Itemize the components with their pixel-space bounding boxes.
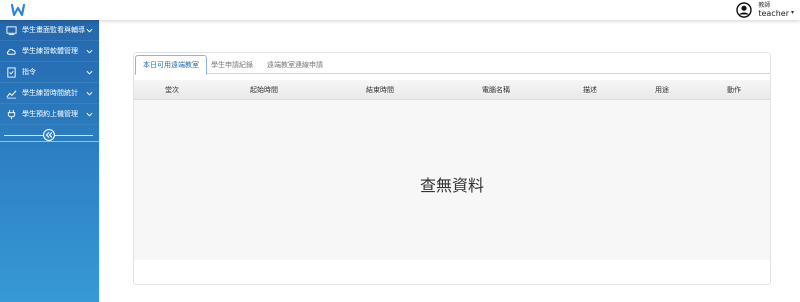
sidebar-collapse-row <box>0 128 99 142</box>
plug-icon <box>7 109 16 119</box>
chevron-down-icon <box>86 112 93 117</box>
classroom-panel: 本日可用遠端教室 學生申請紀錄 遠端教室連線申請 堂次 起始時間 結束時間 電腦… <box>133 52 771 285</box>
app-logo[interactable] <box>10 2 26 18</box>
sidebar-item-command[interactable]: 指令 <box>0 62 99 83</box>
chevron-down-icon <box>86 28 93 33</box>
sidebar-item-booking[interactable]: 學生預約上機管理 <box>0 104 99 125</box>
column-header: 結束時間 <box>366 86 394 94</box>
tab-application-records[interactable]: 學生申請紀錄 <box>204 55 260 74</box>
sidebar-item-label: 學生預約上機管理 <box>22 110 78 118</box>
chevron-down-icon <box>86 70 93 75</box>
user-avatar-icon <box>736 2 753 18</box>
divider <box>0 141 99 142</box>
sidebar-item-label: 指令 <box>22 68 36 76</box>
column-header: 電腦名稱 <box>482 86 510 94</box>
sidebar-item-monitor[interactable]: 學生畫面監看與輔導 <box>0 20 99 41</box>
column-header: 堂次 <box>165 86 179 94</box>
tab-connection-request[interactable]: 遠端教室連線申請 <box>260 55 330 74</box>
column-header: 動作 <box>727 86 741 94</box>
monitor-icon <box>6 25 17 35</box>
sidebar-item-label: 學生練習時間統計 <box>22 89 78 97</box>
sidebar-item-label: 學生練習軟體管理 <box>22 47 78 55</box>
chevron-down-icon: ▾ <box>790 8 794 16</box>
table-body: 查無資料 <box>134 100 770 260</box>
command-icon <box>7 66 16 78</box>
user-menu[interactable]: 教師 teacher ▾ <box>736 0 794 20</box>
sidebar-collapse-button[interactable] <box>43 129 55 141</box>
cloud-icon <box>6 48 16 55</box>
sidebar: 學生畫面監看與輔導 學生練習軟體管理 指令 學生練習時間統計 學生預約上機管理 <box>0 20 99 302</box>
column-header: 用途 <box>655 86 669 94</box>
chevron-down-icon <box>86 91 93 96</box>
column-header: 描述 <box>583 86 597 94</box>
double-chevron-left-icon <box>45 132 53 138</box>
chevron-down-icon <box>86 49 93 54</box>
top-bar: 教師 teacher ▾ <box>0 0 800 20</box>
sidebar-item-software[interactable]: 學生練習軟體管理 <box>0 41 99 62</box>
user-name: teacher <box>758 9 789 18</box>
empty-message: 查無資料 <box>419 176 484 195</box>
tab-bar: 本日可用遠端教室 學生申請紀錄 遠端教室連線申請 <box>134 53 770 75</box>
table-header: 堂次 起始時間 結束時間 電腦名稱 描述 用途 動作 <box>134 80 770 100</box>
sidebar-item-label: 學生畫面監看與輔導 <box>22 26 85 34</box>
sidebar-item-stats[interactable]: 學生練習時間統計 <box>0 83 99 104</box>
tab-available-classrooms[interactable]: 本日可用遠端教室 <box>135 55 207 75</box>
column-header: 起始時間 <box>250 86 278 94</box>
chart-icon <box>6 89 17 98</box>
